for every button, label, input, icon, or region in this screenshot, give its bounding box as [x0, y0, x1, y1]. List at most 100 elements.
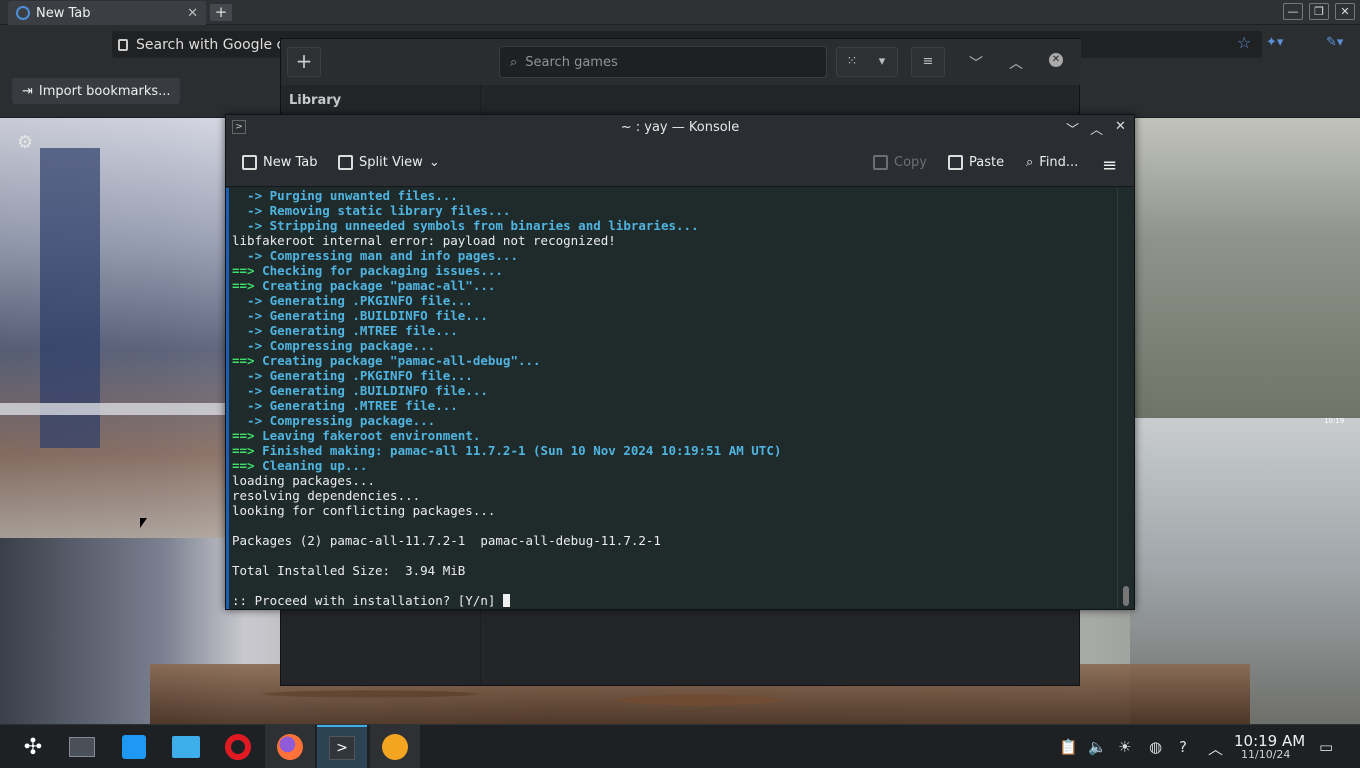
help-icon[interactable]: ? — [1179, 738, 1187, 756]
terminal-text: -> Compressing man and info pages... — [232, 248, 518, 263]
view-dropdown-icon[interactable]: ▾ — [867, 48, 897, 76]
search-placeholder: Search games — [525, 54, 618, 70]
view-toggle[interactable]: ⁙ ▾ — [836, 47, 898, 77]
terminal-text: -> Stripping unneeded symbols from binar… — [232, 218, 699, 233]
new-tab-button[interactable]: + — [210, 4, 232, 21]
volume-icon[interactable]: 🔈 — [1088, 738, 1107, 756]
terminal-line: ==> Finished making: pamac-all 11.7.2-1 … — [232, 443, 1116, 458]
terminal-prompt-arrow: ==> — [232, 263, 255, 278]
terminal-text: looking for conflicting packages... — [232, 503, 496, 518]
split-view-button[interactable]: Split View ⌄ — [338, 155, 440, 170]
application-launcher-icon[interactable]: ✣ — [8, 725, 58, 768]
copy-button[interactable]: Copy — [873, 155, 927, 170]
network-icon[interactable]: ◍ — [1149, 738, 1162, 756]
terminal-prompt-arrow: ==> — [232, 278, 255, 293]
import-bookmarks-button[interactable]: ⇥ Import bookmarks... — [12, 78, 180, 104]
close-icon[interactable]: ✕ — [1115, 119, 1126, 134]
page-icon — [118, 38, 128, 51]
new-tab-icon — [242, 155, 257, 170]
terminal-prompt-arrow: ==> — [232, 353, 255, 368]
settings-gear-icon[interactable]: ⚙ — [17, 132, 33, 153]
chevron-up-icon[interactable]: ︿ — [1009, 53, 1023, 73]
close-icon[interactable]: ✕ — [187, 6, 198, 21]
terminal-line: -> Purging unwanted files... — [232, 188, 1116, 203]
clock-date[interactable]: 11/10/24 — [1241, 748, 1290, 761]
import-bookmarks-label: Import bookmarks... — [38, 83, 171, 99]
konsole-icon[interactable]: > — [232, 120, 246, 134]
terminal-line: loading packages... — [232, 473, 1116, 488]
wallpaper-building — [1130, 118, 1360, 418]
terminal-text: Checking for packaging issues... — [254, 263, 503, 278]
menu-icon[interactable]: ≡ — [911, 47, 945, 77]
discover-store-icon[interactable] — [109, 725, 159, 768]
file-manager-icon[interactable] — [161, 725, 211, 768]
search-icon: ⌕ — [510, 54, 518, 70]
split-view-icon — [338, 155, 353, 170]
terminal-text: :: Proceed with installation? [Y/n] — [232, 593, 503, 608]
firefox-icon[interactable] — [265, 725, 315, 768]
mouse-cursor — [140, 518, 147, 528]
terminal-text: -> Purging unwanted files... — [232, 188, 458, 203]
extension-icon[interactable]: ✦▾ — [1266, 35, 1283, 50]
terminal-text: -> Generating .BUILDINFO file... — [232, 308, 488, 323]
terminal-line: -> Compressing package... — [232, 413, 1116, 428]
terminal-line: -> Generating .PKGINFO file... — [232, 293, 1116, 308]
restore-icon[interactable]: ❐ — [1309, 3, 1329, 20]
url-placeholder: Search with Google c — [136, 36, 285, 53]
terminal-text: libfakeroot internal error: payload not … — [232, 233, 616, 248]
minimize-icon[interactable]: — — [1283, 3, 1303, 20]
system-settings-icon[interactable] — [57, 725, 107, 768]
opera-icon[interactable] — [213, 725, 263, 768]
minimize-icon[interactable]: ﹀ — [1066, 119, 1079, 138]
window-title: ~ : yay — Konsole — [226, 115, 1134, 141]
maximize-icon[interactable]: ︿ — [1090, 119, 1103, 138]
terminal-line: resolving dependencies... — [232, 488, 1116, 503]
search-games-input[interactable]: ⌕ Search games — [499, 46, 827, 78]
terminal-output[interactable]: -> Purging unwanted files... -> Removing… — [226, 188, 1116, 609]
new-tab-label: New Tab — [263, 155, 318, 170]
terminal-line: ==> Creating package "pamac-all"... — [232, 278, 1116, 293]
hamburger-menu-icon[interactable]: ≡ — [1102, 155, 1117, 176]
terminal-line: ==> Checking for packaging issues... — [232, 263, 1116, 278]
library-label: Library — [281, 85, 481, 115]
browser-tab[interactable]: New Tab ✕ — [8, 1, 206, 25]
terminal-line: :: Proceed with installation? [Y/n] — [232, 593, 1116, 608]
tools-icon[interactable]: ✎▾ — [1326, 35, 1343, 50]
scrollbar-thumb[interactable] — [1123, 586, 1129, 606]
game-launcher-icon[interactable] — [370, 725, 420, 768]
close-icon[interactable]: ✕ — [1049, 53, 1063, 67]
paste-button[interactable]: Paste — [948, 155, 1004, 170]
clipboard-icon[interactable]: 📋 — [1059, 738, 1078, 756]
grid-view-icon[interactable]: ⁙ — [837, 48, 867, 76]
star-icon[interactable]: ☆ — [1237, 33, 1251, 52]
terminal-line: looking for conflicting packages... — [232, 503, 1116, 518]
terminal-text: -> Compressing package... — [232, 338, 436, 353]
terminal-cursor — [502, 594, 510, 607]
konsole-icon[interactable]: > — [317, 725, 367, 768]
show-desktop-icon[interactable]: ▭ — [1319, 738, 1333, 756]
chevron-down-icon[interactable]: ﹀ — [969, 53, 983, 73]
close-window-icon[interactable]: ✕ — [1335, 3, 1355, 20]
terminal-line: Packages (2) pamac-all-11.7.2-1 pamac-al… — [232, 533, 1116, 548]
scrollbar[interactable] — [1117, 188, 1134, 609]
chevron-down-icon[interactable]: ⌄ — [429, 155, 440, 170]
terminal-line: -> Removing static library files... — [232, 203, 1116, 218]
terminal-text: Total Installed Size: 3.94 MiB — [232, 563, 466, 578]
search-icon: ⌕ — [1026, 155, 1034, 170]
terminal-line: -> Compressing package... — [232, 338, 1116, 353]
terminal-text: -> Generating .PKGINFO file... — [232, 293, 473, 308]
terminal-line: -> Generating .PKGINFO file... — [232, 368, 1116, 383]
expand-tray-icon[interactable]: ︿ — [1208, 738, 1223, 759]
terminal-text: Creating package "pamac-all-debug"... — [254, 353, 541, 368]
brightness-icon[interactable]: ☀ — [1118, 738, 1131, 756]
terminal-text: -> Compressing package... — [232, 413, 436, 428]
terminal-line: -> Generating .MTREE file... — [232, 398, 1116, 413]
copy-icon — [873, 155, 888, 170]
terminal-line: -> Stripping unneeded symbols from binar… — [232, 218, 1116, 233]
add-game-button[interactable]: + — [287, 47, 321, 77]
new-tab-button[interactable]: New Tab — [242, 155, 318, 170]
terminal-text: Cleaning up... — [254, 458, 368, 473]
find-button[interactable]: ⌕ Find... — [1026, 155, 1078, 170]
